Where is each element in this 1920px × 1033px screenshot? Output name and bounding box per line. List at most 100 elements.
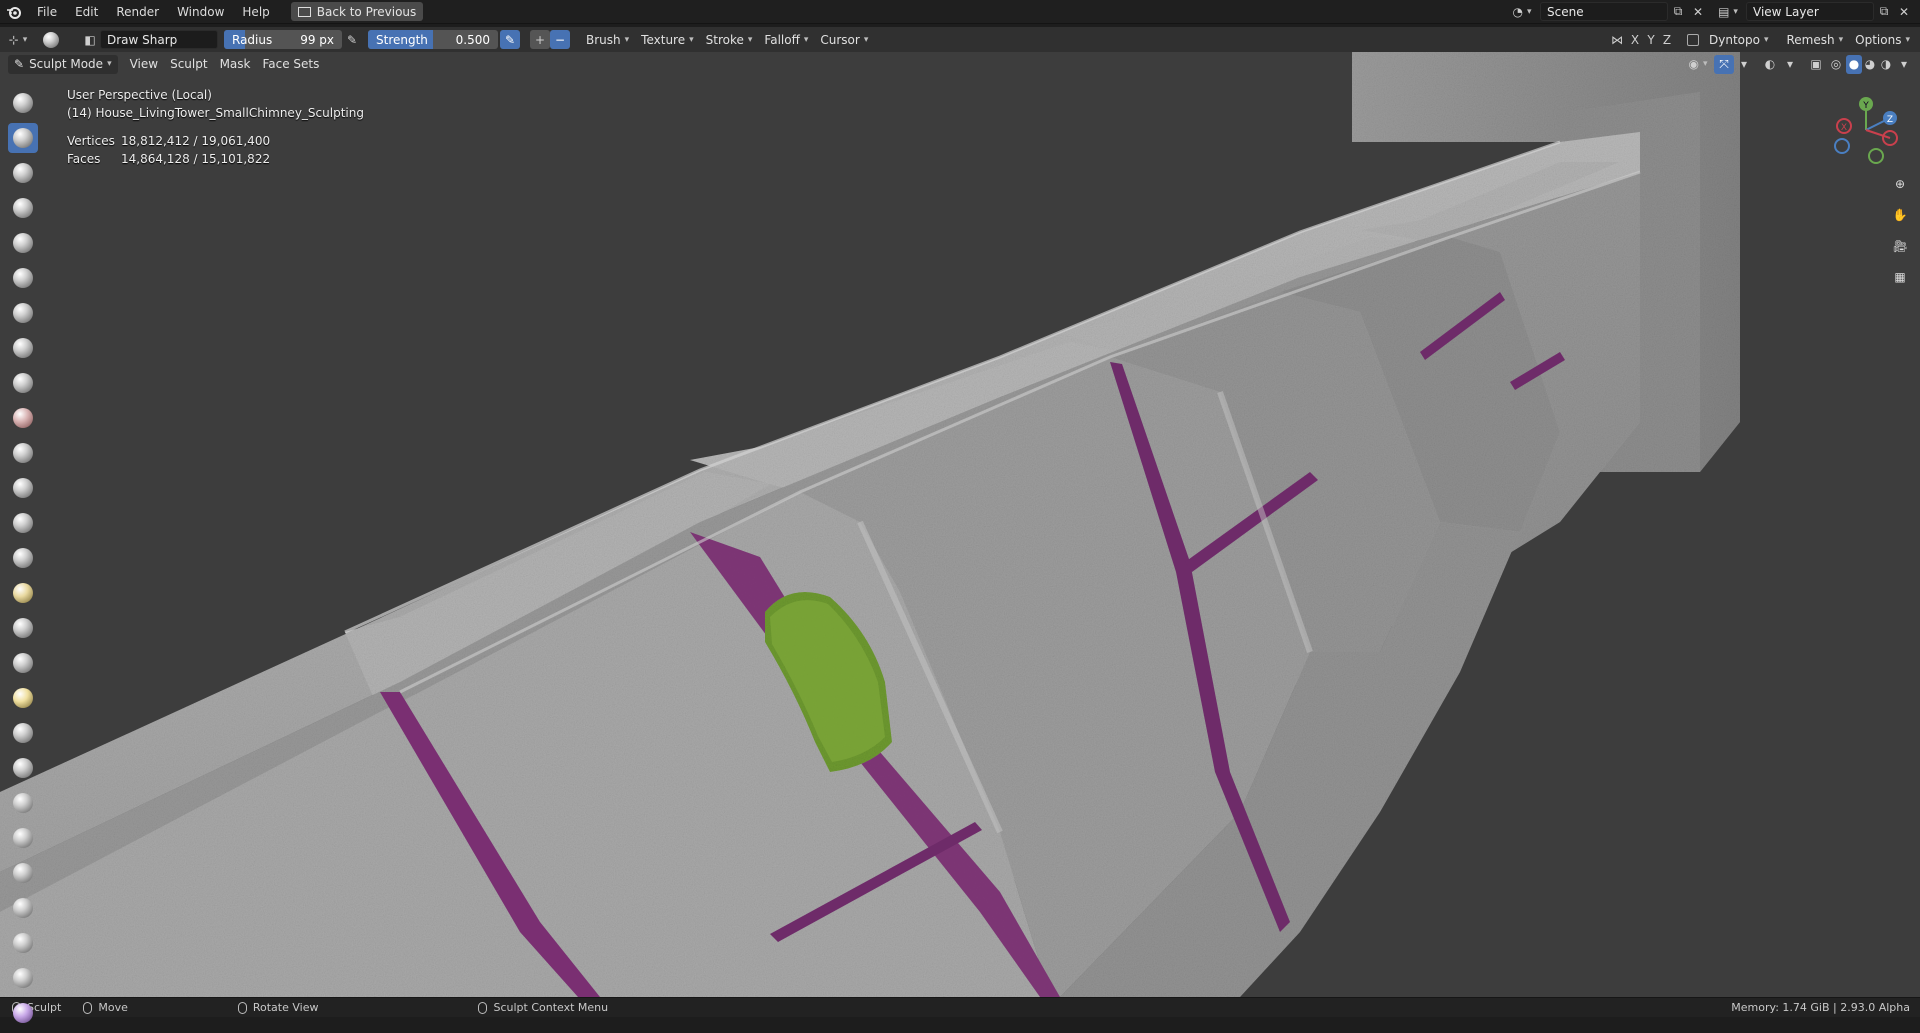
perspective-grid-icon[interactable]: ▦	[1886, 263, 1914, 291]
remesh-menu[interactable]: Remesh ▾	[1781, 30, 1850, 49]
tool-pinch[interactable]	[8, 578, 38, 608]
menu-file[interactable]: File	[28, 0, 66, 24]
scene-selector-icon[interactable]: ◔ ▾	[1512, 2, 1532, 21]
brush-preview-icon[interactable]	[38, 30, 64, 49]
tool-layer[interactable]	[8, 263, 38, 293]
direction-subtract-button[interactable]: −	[550, 30, 570, 49]
viewport-menu-view[interactable]: View	[124, 55, 164, 74]
scene-name-field[interactable]: Scene	[1540, 2, 1668, 21]
vertices-value: 18,812,412 / 19,061,400	[121, 134, 271, 148]
tool-scrape[interactable]	[8, 508, 38, 538]
tool-draw[interactable]	[8, 88, 38, 118]
tool-clay-strips[interactable]	[8, 193, 38, 223]
tool-pose[interactable]	[8, 753, 38, 783]
tool-flatten[interactable]	[8, 438, 38, 468]
brush-name-field[interactable]: Draw Sharp	[100, 30, 218, 49]
viewport-navigation: ⊕ ✋ 🎥︎ ▦	[1880, 170, 1920, 294]
stroke-menu[interactable]: Stroke ▾	[700, 30, 759, 49]
overlay-dropdown-icon[interactable]: ▾	[1780, 55, 1800, 74]
gizmo-toggle-icon[interactable]: ⤧	[1714, 54, 1734, 74]
tool-nudge[interactable]	[8, 788, 38, 818]
delete-scene-icon[interactable]: ✕	[1688, 2, 1708, 21]
multiplane-scrape-brush-icon	[13, 548, 33, 568]
shading-material-icon[interactable]: ◕	[1862, 55, 1878, 74]
zoom-icon[interactable]: ⊕	[1886, 170, 1914, 198]
axis-x-label: X	[1630, 32, 1640, 47]
radius-pressure-icon[interactable]: ✎	[342, 30, 362, 49]
viewport-info: User Perspective (Local) (14) House_Livi…	[67, 86, 364, 168]
strength-slider[interactable]: Strength 0.500	[368, 30, 498, 49]
3d-viewport[interactable]	[0, 52, 1920, 997]
tool-grab[interactable]	[8, 613, 38, 643]
radius-slider[interactable]: Radius 99 px	[224, 30, 342, 49]
tool-elastic-deform[interactable]	[8, 648, 38, 678]
menu-render[interactable]: Render	[107, 0, 168, 24]
brush-menu[interactable]: Brush ▾	[580, 30, 635, 49]
dyntopo-menu[interactable]: Dyntopo ▾	[1703, 30, 1774, 49]
new-view-layer-icon[interactable]: ⧉	[1874, 2, 1894, 21]
shading-rendered-icon[interactable]: ◑	[1878, 55, 1894, 74]
shading-wireframe-icon[interactable]: ◎	[1826, 55, 1846, 74]
visibility-icon[interactable]: ◉ ▾	[1688, 55, 1708, 74]
blender-logo-icon[interactable]	[0, 0, 28, 24]
tool-boundary[interactable]	[8, 893, 38, 923]
tool-smooth[interactable]	[8, 403, 38, 433]
faces-label: Faces	[67, 152, 101, 166]
tool-blob[interactable]	[8, 333, 38, 363]
tool-clay[interactable]	[8, 158, 38, 188]
pan-hand-icon[interactable]: ✋	[1886, 201, 1914, 229]
mode-selector[interactable]: ✎ Sculpt Mode ▾	[8, 54, 118, 74]
tool-cloth[interactable]	[8, 928, 38, 958]
back-to-previous-button[interactable]: Back to Previous	[290, 2, 424, 21]
subtract-label: −	[554, 32, 566, 47]
direction-add-button[interactable]: +	[530, 30, 550, 49]
cursor-menu[interactable]: Cursor ▾	[814, 30, 874, 49]
camera-icon[interactable]: 🎥︎	[1886, 232, 1914, 260]
editor-type-icon[interactable]: ⊹ ▾	[8, 30, 28, 49]
viewport-menu-sculpt[interactable]: Sculpt	[164, 55, 213, 74]
tool-slide-relax[interactable]	[8, 858, 38, 888]
menu-edit[interactable]: Edit	[66, 0, 107, 24]
tool-crease[interactable]	[8, 368, 38, 398]
tool-inflate[interactable]	[8, 298, 38, 328]
chevron-down-icon: ▾	[107, 59, 112, 69]
shading-dropdown-icon[interactable]: ▾	[1894, 55, 1914, 74]
view-layer-field[interactable]: View Layer	[1746, 2, 1874, 21]
tool-rotate[interactable]	[8, 823, 38, 853]
viewport-menu-face-sets[interactable]: Face Sets	[256, 55, 325, 74]
strength-pressure-icon[interactable]: ✎	[500, 30, 520, 49]
tool-snake-hook[interactable]	[8, 683, 38, 713]
menu-window[interactable]: Window	[168, 0, 233, 24]
dyntopo-checkbox[interactable]	[1683, 30, 1703, 49]
tool-draw-sharp[interactable]	[8, 123, 38, 153]
symmetry-z-toggle[interactable]: Z	[1659, 30, 1675, 49]
gizmo-neg-y-axis[interactable]	[1868, 148, 1884, 164]
mouse-middle-icon	[83, 1001, 93, 1014]
status-bar: Sculpt Move Rotate View Sculpt Context M…	[0, 997, 1920, 1017]
mask-brush-icon	[13, 968, 33, 988]
falloff-menu[interactable]: Falloff ▾	[758, 30, 814, 49]
overlay-toggle-icon[interactable]: ◐	[1760, 55, 1780, 74]
viewport-menu-mask[interactable]: Mask	[214, 55, 257, 74]
tool-thumb[interactable]	[8, 718, 38, 748]
texture-menu[interactable]: Texture ▾	[635, 30, 699, 49]
menu-help[interactable]: Help	[233, 0, 278, 24]
tool-clay-thumb[interactable]	[8, 228, 38, 258]
delete-view-layer-icon[interactable]: ✕	[1894, 2, 1914, 21]
new-scene-icon[interactable]: ⧉	[1668, 2, 1688, 21]
gizmo-neg-z-axis[interactable]	[1834, 138, 1850, 154]
xray-toggle-icon[interactable]: ▣	[1806, 55, 1826, 74]
fake-user-icon[interactable]: ◧	[80, 30, 100, 49]
brush-name: Draw Sharp	[107, 32, 178, 47]
gizmo-dropdown-icon[interactable]: ▾	[1734, 55, 1754, 74]
symmetry-y-toggle[interactable]: Y	[1643, 30, 1659, 49]
tool-multiplane-scrape[interactable]	[8, 543, 38, 573]
tool-draw-face-sets[interactable]	[8, 998, 38, 1028]
options-menu[interactable]: Options ▾	[1849, 30, 1916, 49]
shading-solid-icon[interactable]: ●	[1846, 54, 1862, 74]
tool-mask[interactable]	[8, 963, 38, 993]
symmetry-x-toggle[interactable]: X	[1627, 30, 1643, 49]
navigation-gizmo[interactable]: Y Z X	[1826, 90, 1906, 170]
tool-fill[interactable]	[8, 473, 38, 503]
view-layer-selector-icon[interactable]: ▤ ▾	[1718, 2, 1738, 21]
